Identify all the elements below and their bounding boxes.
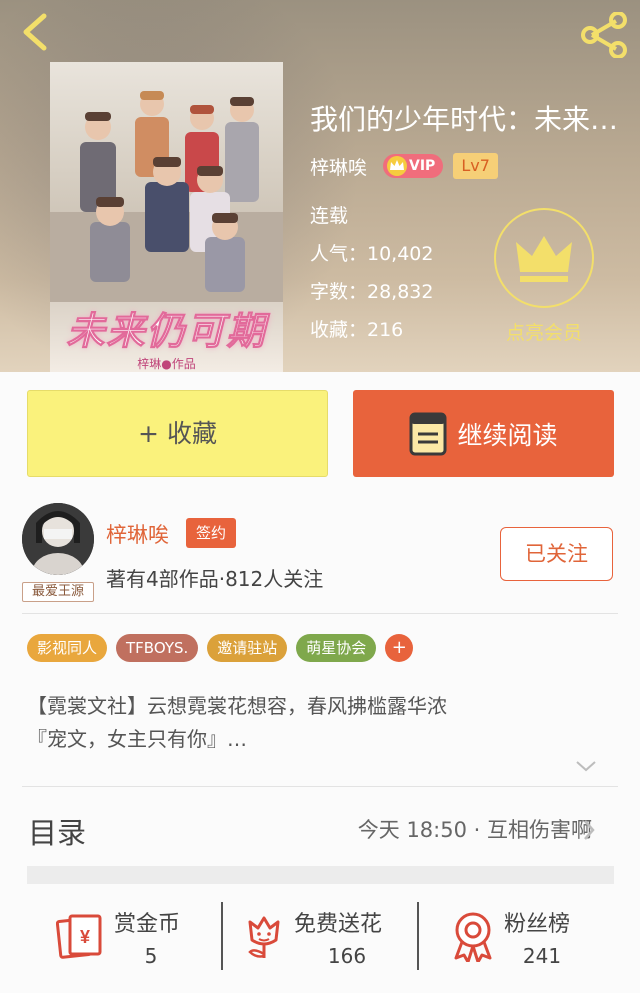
divider [417, 902, 419, 970]
red-envelope-icon: ¥ [56, 914, 102, 959]
word-count-stat: 字数：28,832 [310, 281, 434, 303]
divider [22, 786, 618, 787]
description-line: 『宠文，女主只有你』… [27, 727, 247, 751]
reward-coins[interactable]: ¥ 赏金币 5 [56, 902, 206, 972]
popularity-stat: 人气：10,402 [310, 243, 434, 265]
follow-button[interactable]: 已关注 [500, 527, 613, 581]
vip-badge: VIP [383, 154, 444, 178]
tag-item[interactable]: 邀请驻站 [207, 633, 288, 662]
author-name[interactable]: 梓琳唉 [106, 519, 169, 549]
tag-item[interactable]: TFBOYS. [116, 633, 199, 662]
member-button[interactable] [494, 208, 594, 308]
flowers-count: 166 [327, 944, 367, 968]
add-favorite-button[interactable]: + 收藏 [27, 390, 328, 477]
fans-count: 241 [522, 944, 562, 968]
continue-reading-button[interactable]: 继续阅读 [353, 390, 614, 477]
signed-badge: 签约 [186, 518, 237, 548]
svg-text:¥: ¥ [80, 927, 90, 947]
fans-label: 粉丝榜 [504, 912, 571, 937]
fan-ranking[interactable]: 粉丝榜 241 [452, 902, 602, 972]
flowers-label: 免费送花 [294, 912, 383, 937]
crown-icon [387, 156, 408, 176]
book-cover[interactable]: 未来仍可期 梓琳●作品 [50, 62, 283, 372]
cover-author: 梓琳●作品 [137, 357, 196, 371]
chevron-right-icon[interactable] [581, 818, 597, 842]
divider [22, 613, 618, 614]
cover-title: 未来仍可期 [66, 308, 267, 354]
section-separator [27, 866, 614, 884]
continue-reading-label: 继续阅读 [457, 420, 558, 450]
book-title: 我们的少年时代：未来仍可期 [310, 103, 630, 136]
author-row: 梓琳唉 VIP Lv7 [310, 152, 498, 180]
tag-item[interactable]: 影视同人 [27, 633, 108, 662]
chevron-down-icon[interactable] [574, 758, 598, 774]
crown-icon [516, 236, 572, 282]
flower-icon [248, 916, 280, 958]
book-description[interactable]: 【霓裳文社】云想霓裳花想容，春风拂槛露华浓 『宠文，女主只有你』… [27, 690, 617, 756]
toc-title[interactable]: 目录 [28, 810, 86, 852]
description-line: 【霓裳文社】云想霓裳花想容，春风拂槛露华浓 [27, 694, 447, 718]
level-badge: Lv7 [453, 153, 498, 179]
serial-status: 连载 [310, 205, 349, 227]
vip-label: VIP [409, 158, 436, 174]
member-label[interactable]: 点亮会员 [482, 318, 606, 345]
avatar[interactable] [22, 503, 94, 575]
latest-chapter[interactable]: 今天 18:50 · 互相伤害啊 [358, 814, 592, 844]
share-icon [581, 11, 627, 59]
book-icon [409, 412, 447, 455]
tag-list: 影视同人 TFBOYS. 邀请驻站 萌星协会 + [27, 633, 414, 662]
reward-count: 5 [144, 944, 158, 968]
avatar-tag: 最爱王源 [22, 582, 94, 602]
share-button[interactable] [578, 11, 630, 59]
book-header: 未来仍可期 梓琳●作品 我们的少年时代：未来仍可期 梓琳唉 VIP Lv7 连载… [0, 0, 640, 372]
more-tags-button[interactable]: + [385, 633, 414, 662]
medal-icon [454, 912, 492, 962]
reward-label: 赏金币 [114, 912, 181, 937]
divider [221, 902, 223, 970]
author-info: 著有4部作品·812人关注 [106, 567, 324, 591]
favorites-stat: 收藏：216 [310, 319, 404, 341]
tag-item[interactable]: 萌星协会 [296, 633, 377, 662]
avatar-image [22, 503, 94, 575]
back-button[interactable] [14, 10, 58, 54]
cover-illustration [50, 91, 283, 302]
free-flowers[interactable]: 免费送花 166 [244, 902, 414, 972]
chevron-left-icon [23, 13, 47, 51]
header-author-name[interactable]: 梓琳唉 [310, 153, 367, 180]
